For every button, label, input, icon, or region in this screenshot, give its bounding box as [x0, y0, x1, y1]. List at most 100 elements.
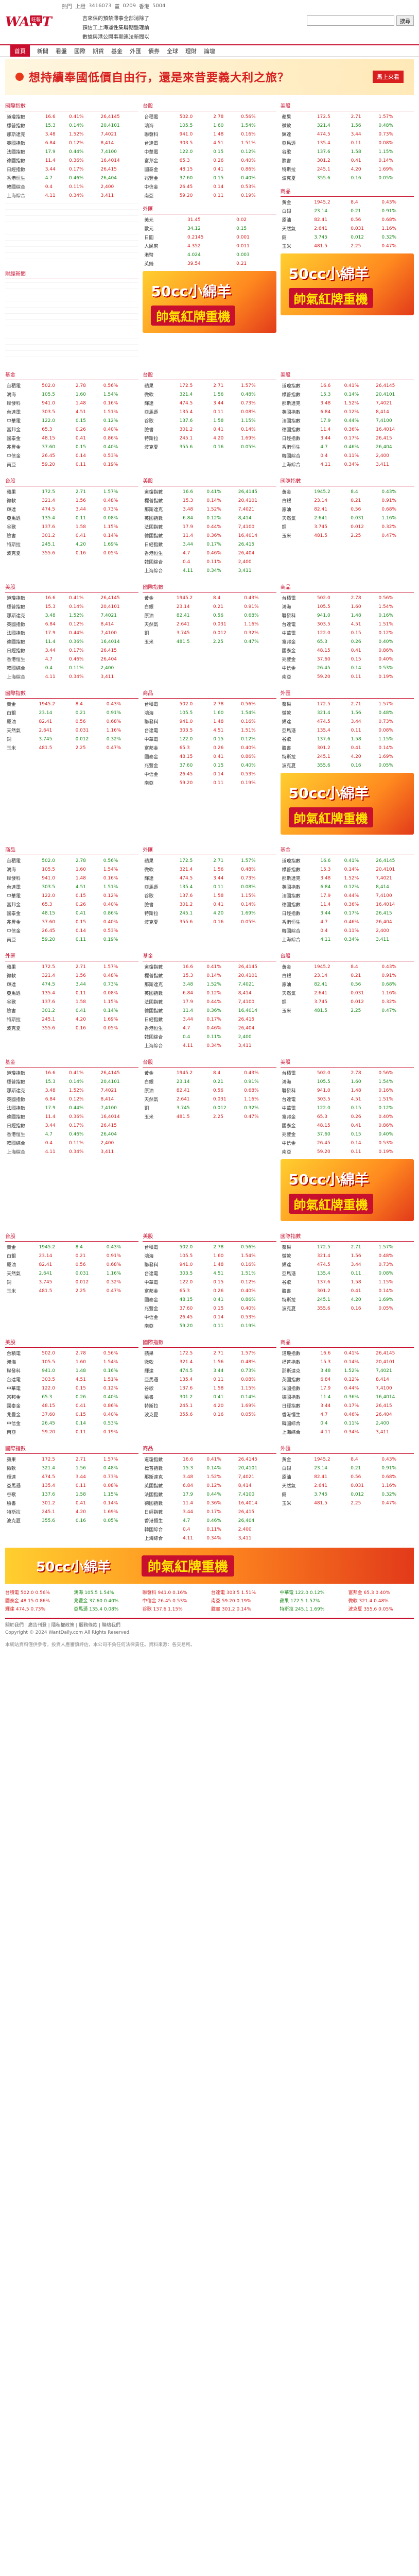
- banner-cta-button[interactable]: 馬上來看: [373, 71, 404, 83]
- table-row[interactable]: 原油 82.41 0.56 0.68%: [5, 1260, 138, 1269]
- table-row[interactable]: 臉書 301.2 0.41 0.14%: [281, 156, 414, 165]
- table-row[interactable]: 臉書 301.2 0.41 0.14%: [143, 900, 276, 909]
- table-row[interactable]: 特斯拉 245.1 4.20 1.69%: [143, 434, 276, 443]
- table-row[interactable]: 日經指數 3.44 0.17% 26,415: [281, 1401, 414, 1410]
- table-row[interactable]: 道瓊指數 16.6 0.41% 26,4145: [5, 1069, 138, 1077]
- table-row[interactable]: 富邦金 65.3 0.26 0.40%: [281, 1112, 414, 1121]
- table-row[interactable]: 天然氣 2.641 0.031 1.16%: [5, 726, 138, 735]
- table-row[interactable]: 蘋果 172.5 2.71 1.57%: [143, 856, 276, 865]
- table-row[interactable]: 法國指數 17.9 0.44% 7,4100: [281, 1384, 414, 1393]
- table-row[interactable]: 亞馬遜 135.4 0.11 0.08%: [281, 139, 414, 147]
- header-link[interactable]: 吉來保的預禁滯事全部消除了: [82, 14, 149, 24]
- table-row[interactable]: 香港恒生 4.7 0.46% 26,404: [5, 655, 138, 664]
- table-row[interactable]: 鴻海 105.5 1.60 1.54%: [143, 121, 276, 130]
- table-row[interactable]: 中信金 26.45 0.14 0.53%: [143, 182, 276, 191]
- table-row[interactable]: 台達電 303.5 4.51 1.51%: [143, 726, 276, 735]
- table-row[interactable]: 台積電 502.0 2.78 0.56%: [5, 856, 138, 865]
- table-row[interactable]: 聯發科 941.0 1.48 0.16%: [281, 1086, 414, 1095]
- table-row[interactable]: 標普指數 15.3 0.14% 20,4101: [143, 496, 276, 505]
- table-row[interactable]: 銅 3.745 0.012 0.32%: [281, 1490, 414, 1499]
- table-row[interactable]: 黃金 1945.2 8.4 0.43%: [281, 198, 414, 207]
- table-row[interactable]: 韓國綜合 0.4 0.11% 2,400: [143, 1032, 276, 1041]
- table-row[interactable]: 那斯達克 3.48 1.52% 7,4021: [143, 1472, 276, 1481]
- table-row[interactable]: 法國指數 17.9 0.44% 7,4100: [281, 891, 414, 900]
- table-row[interactable]: 上海綜合 4.11 0.34% 3,411: [5, 1147, 138, 1156]
- table-row[interactable]: 那斯達克 3.48 1.52% 7,4021: [143, 980, 276, 989]
- table-row[interactable]: 兆豐金 37.60 0.15 0.40%: [143, 761, 276, 770]
- table-row[interactable]: 香港恒生 4.7 0.46% 26,404: [281, 1410, 414, 1419]
- table-row[interactable]: 日經指數 3.44 0.17% 26,415: [5, 165, 138, 174]
- table-row[interactable]: 國泰金 48.15 0.41 0.86%: [143, 752, 276, 761]
- table-row[interactable]: 微軟 321.4 1.56 0.48%: [281, 708, 414, 717]
- table-row[interactable]: 谷歌 137.6 1.58 1.15%: [143, 1384, 276, 1393]
- table-row[interactable]: 鴻海 105.5 1.60 1.54%: [5, 390, 138, 399]
- table-row[interactable]: 兆豐金 37.60 0.15 0.40%: [281, 655, 414, 664]
- table-row[interactable]: 原油 82.41 0.56 0.68%: [281, 505, 414, 514]
- table-row[interactable]: 台積電 502.0 2.78 0.56%: [143, 700, 276, 708]
- table-row[interactable]: 美元 31.45 0.02: [143, 215, 276, 224]
- table-row[interactable]: 韓國綜合 0.4 0.11% 2,400: [281, 451, 414, 460]
- table-row[interactable]: 中華電 122.0 0.15 0.12%: [281, 629, 414, 637]
- table-row[interactable]: 微軟 321.4 1.56 0.48%: [143, 865, 276, 874]
- table-row[interactable]: 兆豐金 37.60 0.15 0.40%: [281, 1130, 414, 1139]
- nav-item-fund[interactable]: 基金: [111, 47, 123, 55]
- table-row[interactable]: 微軟 321.4 1.56 0.48%: [143, 1358, 276, 1366]
- mini-ticker[interactable]: 鴻海 105.5 1.54%: [74, 1589, 139, 1596]
- nav-item-news[interactable]: 新聞: [37, 47, 48, 55]
- mini-ticker[interactable]: 中華電 122.0 0.12%: [280, 1589, 345, 1596]
- table-row[interactable]: 天然氣 2.641 0.031 1.16%: [281, 514, 414, 522]
- table-row[interactable]: 德國指數 11.4 0.36% 16,4014: [143, 1499, 276, 1507]
- table-row[interactable]: 台積電 502.0 2.78 0.56%: [281, 1069, 414, 1077]
- table-row[interactable]: 道瓊指數 16.6 0.41% 26,4145: [143, 1455, 276, 1464]
- table-row[interactable]: 德國指數 11.4 0.36% 16,4014: [5, 637, 138, 646]
- table-row[interactable]: 日經指數 3.44 0.17% 26,415: [143, 540, 276, 549]
- table-row[interactable]: 微軟 321.4 1.56 0.48%: [281, 1251, 414, 1260]
- table-row[interactable]: 谷歌 137.6 1.58 1.15%: [5, 522, 138, 531]
- table-row[interactable]: 特斯拉 245.1 4.20 1.69%: [281, 752, 414, 761]
- mini-ticker[interactable]: 蘋果 172.5 1.57%: [280, 1597, 345, 1604]
- table-row[interactable]: 白銀 23.14 0.21 0.91%: [281, 496, 414, 505]
- table-row[interactable]: 富邦金 65.3 0.26 0.40%: [5, 1393, 138, 1401]
- table-row[interactable]: 香港恒生 4.7 0.46% 26,404: [5, 1130, 138, 1139]
- table-row[interactable]: 那斯達克 3.48 1.52% 7,4021: [281, 874, 414, 883]
- table-row[interactable]: 日經指數 3.44 0.17% 26,415: [5, 646, 138, 655]
- table-row[interactable]: 黃金 1945.2 8.4 0.43%: [281, 487, 414, 496]
- table-row[interactable]: 台達電 303.5 4.51 1.51%: [143, 139, 276, 147]
- table-row[interactable]: 原油 82.41 0.56 0.68%: [281, 215, 414, 224]
- nav-item-bond[interactable]: 債券: [148, 47, 160, 55]
- nav-item-futures[interactable]: 期貨: [93, 47, 104, 55]
- table-row[interactable]: 國泰金 48.15 0.41 0.86%: [5, 1401, 138, 1410]
- topbar-item[interactable]: 香港: [139, 2, 149, 10]
- table-row[interactable]: 南亞 59.20 0.11 0.19%: [143, 191, 276, 200]
- table-row[interactable]: 韓國綜合 0.4 0.11% 2,400: [143, 557, 276, 566]
- table-row[interactable]: 那斯達克 3.48 1.52% 7,4021: [143, 505, 276, 514]
- mini-ticker[interactable]: 亞馬遜 135.4 0.08%: [74, 1605, 139, 1613]
- table-row[interactable]: 聯發科 941.0 1.48 0.16%: [5, 399, 138, 408]
- table-row[interactable]: 歐元 34.12 0.15: [143, 224, 276, 233]
- table-row[interactable]: 法國指數 17.9 0.44% 7,4100: [143, 997, 276, 1006]
- table-row[interactable]: 輝達 474.5 3.44 0.73%: [5, 980, 138, 989]
- mini-ticker[interactable]: 聯發科 941.0 0.16%: [143, 1589, 208, 1596]
- mini-ticker[interactable]: 富邦金 65.3 0.40%: [348, 1589, 414, 1596]
- table-row[interactable]: 上海綜合 4.11 0.34% 3,411: [281, 1428, 414, 1436]
- table-row[interactable]: 南亞 59.20 0.11 0.19%: [5, 460, 138, 469]
- ad-scooter[interactable]: 50cc小綿羊 帥氣紅牌重機: [280, 1159, 414, 1221]
- table-row[interactable]: 英國指數 6.84 0.12% 8,414: [5, 620, 138, 629]
- mini-ticker[interactable]: 谷歌 137.6 1.15%: [143, 1605, 208, 1613]
- table-row[interactable]: 白銀 23.14 0.21 0.91%: [281, 207, 414, 215]
- table-row[interactable]: 白銀 23.14 0.21 0.91%: [5, 708, 138, 717]
- table-row[interactable]: 南亞 59.20 0.11 0.19%: [281, 1147, 414, 1156]
- table-row[interactable]: 日經指數 3.44 0.17% 26,415: [281, 909, 414, 918]
- table-row[interactable]: 谷歌 137.6 1.58 1.15%: [281, 735, 414, 743]
- ad-scooter[interactable]: 50cc小綿羊 帥氣紅牌重機: [280, 253, 414, 315]
- table-row[interactable]: 谷歌 137.6 1.58 1.15%: [143, 416, 276, 425]
- table-row[interactable]: 原油 82.41 0.56 0.68%: [143, 1086, 276, 1095]
- table-row[interactable]: 標普指數 15.3 0.14% 20,4101: [5, 602, 138, 611]
- table-row[interactable]: 道瓊指數 16.6 0.41% 26,4145: [281, 1349, 414, 1358]
- table-row[interactable]: 國泰金 48.15 0.41 0.86%: [143, 165, 276, 174]
- table-row[interactable]: 黃金 1945.2 8.4 0.43%: [5, 1243, 138, 1251]
- table-row[interactable]: 英國指數 6.84 0.12% 8,414: [5, 139, 138, 147]
- table-row[interactable]: 中華電 122.0 0.15 0.12%: [143, 735, 276, 743]
- table-row[interactable]: 富邦金 65.3 0.26 0.40%: [143, 156, 276, 165]
- table-row[interactable]: 鴻海 105.5 1.60 1.54%: [143, 1251, 276, 1260]
